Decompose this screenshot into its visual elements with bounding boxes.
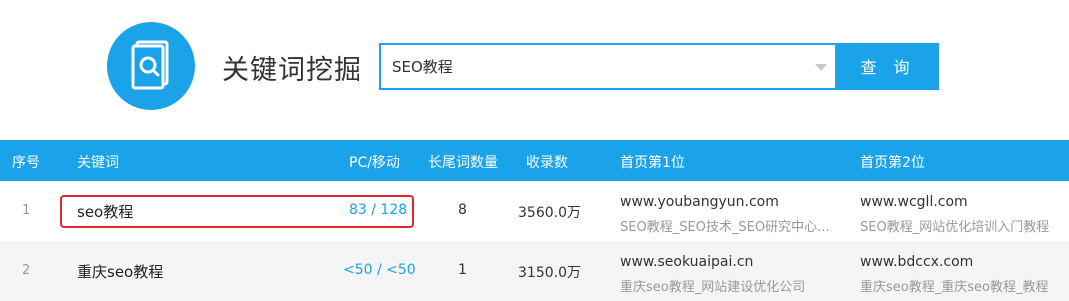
rank1-url[interactable]: www.seokuaipai.cn bbox=[620, 254, 753, 270]
table-row[interactable]: 1 seo教程 83 / 128 8 3560.0万 www.youbangyu… bbox=[0, 181, 1069, 241]
column-header-rank2[interactable]: 首页第2位 bbox=[860, 152, 925, 172]
query-button[interactable]: 查 询 bbox=[837, 43, 939, 90]
rank1-url[interactable]: www.youbangyun.com bbox=[620, 194, 779, 210]
column-header-longtail[interactable]: 长尾词数量 bbox=[428, 152, 498, 172]
rank1-title[interactable]: 重庆seo教程_网站建设优化公司 bbox=[620, 276, 848, 295]
longtail-count[interactable]: 1 bbox=[458, 262, 467, 278]
keyword-table: 序号 关键词 PC/移动 长尾词数量 收录数 首页第1位 首页第2位 1 seo… bbox=[0, 140, 1069, 301]
rank2-title[interactable]: 重庆seo教程_重庆seo教程_教程 bbox=[860, 276, 1069, 295]
page-title: 关键词挖掘 bbox=[222, 55, 362, 86]
table-row[interactable]: 2 重庆seo教程 <50 / <50 1 3150.0万 www.seokua… bbox=[0, 241, 1069, 301]
row-index: 1 bbox=[22, 203, 31, 218]
rank1-title[interactable]: SEO教程_SEO技术_SEO研究中心... bbox=[620, 216, 848, 235]
header-area: 关键词挖掘 查 询 bbox=[0, 0, 1069, 140]
column-header-indexed[interactable]: 收录数 bbox=[526, 152, 568, 172]
search-box[interactable] bbox=[379, 43, 837, 90]
rank2-url[interactable]: www.bdccx.com bbox=[860, 254, 973, 270]
row-index: 2 bbox=[22, 263, 31, 278]
chevron-down-icon[interactable] bbox=[815, 64, 827, 71]
search-input[interactable] bbox=[381, 45, 811, 88]
table-header: 序号 关键词 PC/移动 长尾词数量 收录数 首页第1位 首页第2位 bbox=[0, 140, 1069, 181]
indexed-count: 3560.0万 bbox=[518, 205, 581, 221]
column-header-pc-mobile[interactable]: PC/移动 bbox=[349, 152, 400, 172]
column-header-keyword[interactable]: 关键词 bbox=[77, 152, 119, 172]
column-header-index[interactable]: 序号 bbox=[12, 152, 40, 172]
pc-mobile-value[interactable]: <50 / <50 bbox=[343, 262, 416, 278]
logo bbox=[107, 22, 195, 110]
rank2-title[interactable]: SEO教程_网站优化培训入门教程 bbox=[860, 216, 1069, 235]
pc-mobile-value[interactable]: 83 / 128 bbox=[349, 202, 407, 218]
search-document-icon bbox=[131, 40, 169, 90]
longtail-count[interactable]: 8 bbox=[458, 202, 467, 218]
column-header-rank1[interactable]: 首页第1位 bbox=[620, 152, 685, 172]
keyword-link[interactable]: 重庆seo教程 bbox=[77, 261, 163, 282]
rank2-url[interactable]: www.wcgll.com bbox=[860, 194, 968, 210]
indexed-count: 3150.0万 bbox=[518, 265, 581, 281]
keyword-link[interactable]: seo教程 bbox=[77, 201, 133, 222]
